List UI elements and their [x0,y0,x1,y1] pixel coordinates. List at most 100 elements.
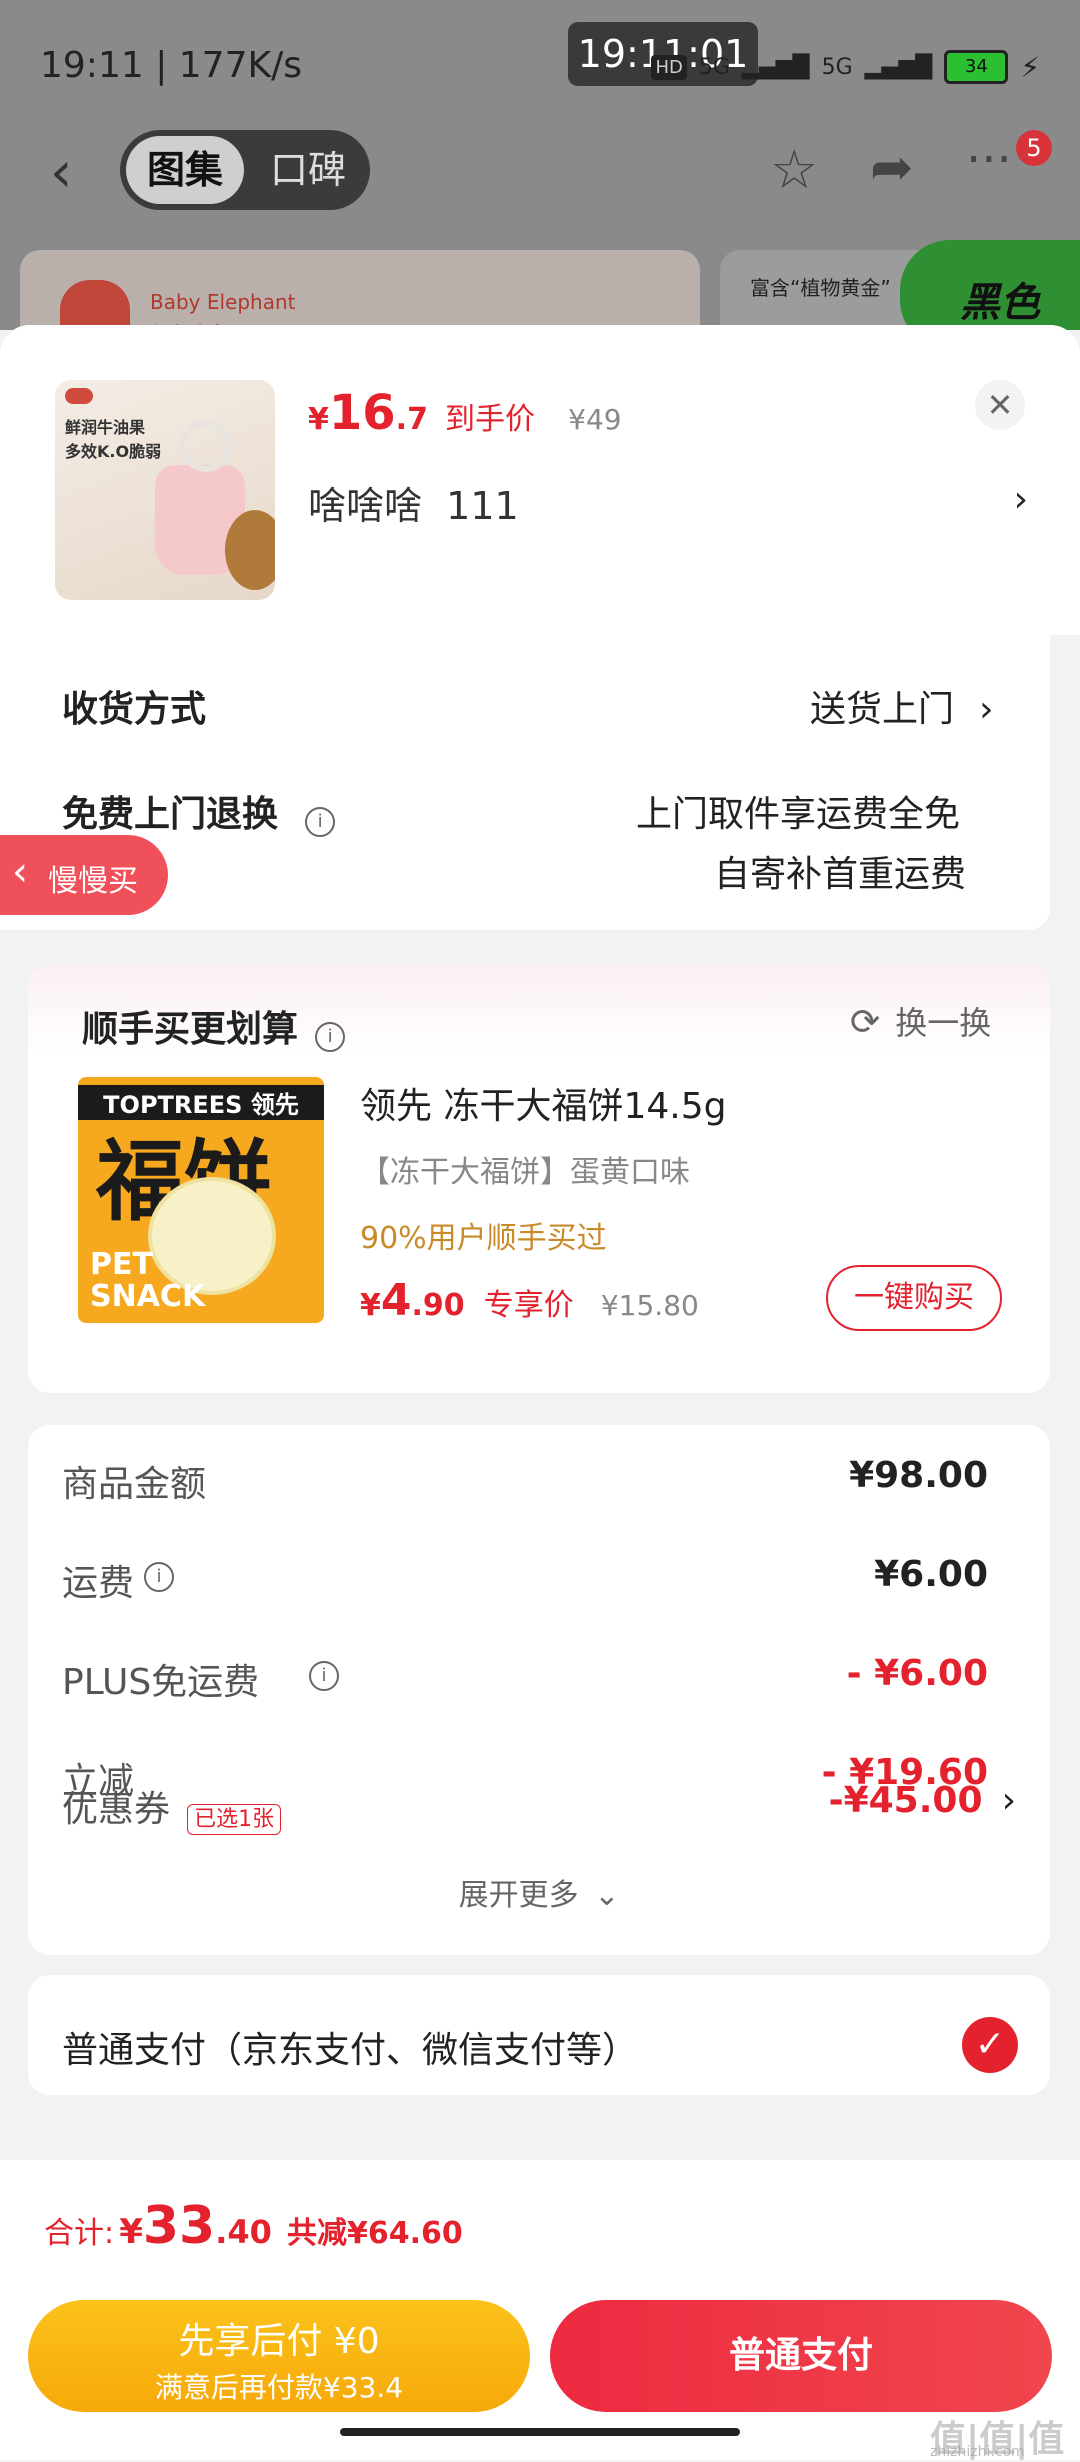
product-image: 鲜润牛油果 多效K.O脆弱 [55,380,275,600]
total-integer: 33 [142,2196,216,2256]
delivery-method-value: 送货上门 [810,689,955,730]
addon-image: TOPTREES 领先 福饼 PET SNACK [78,1077,324,1323]
info-icon[interactable]: i [144,1562,174,1592]
return-value-2: 自寄补首重运费 [714,854,967,895]
original-price: ¥15.80 [600,1289,699,1322]
total-decimal: .40 [215,2213,272,2251]
addon-name[interactable]: 领先 冻干大福饼14.5g [360,1077,726,1129]
addon-title: 顺手买更划算 [82,1009,299,1050]
summary-row-value: ¥6.00 [874,1554,988,1595]
payment-method-card[interactable]: 普通支付（京东支付、微信支付等） ✓ [28,1975,1050,2095]
slow-buy-label: 慢慢买 [48,864,138,899]
signal-5g-2: 5G [821,54,853,80]
price-integer: 16 [328,385,396,441]
share-icon[interactable]: ➦ [870,138,914,198]
total-row: 合计: ¥33.40 共减¥64.60 [44,2196,463,2256]
chevron-down-icon: ⌄ [594,1878,620,1913]
summary-row: 商品金额 ¥98.00 [28,1455,1050,1515]
product-image-logo-icon [65,388,93,404]
expand-more-button[interactable]: 展开更多 ⌄ [28,1870,1050,1914]
banner-promo-text: 富含“植物黄金” [750,276,891,300]
price-summary-extra: 优惠券 已选1张 -¥45.00 › 展开更多 ⌄ [28,1780,1050,1955]
close-icon[interactable]: ✕ [975,380,1025,430]
return-value-1: 上门取件享运费全免 [636,794,961,835]
corner-tag-text: 黑色 [960,280,1040,326]
status-bar: 19:11 | 177K/s 19:11:01 HD 5G ▂▄▆█ 5G ▂▄… [0,0,1080,130]
pay-later-sub: 满意后再付款¥33.4 [154,2371,404,2404]
status-icons: HD 5G ▂▄▆█ 5G ▂▄▆█ 34 ⚡ [651,50,1040,84]
delivery-method-row[interactable]: 送货上门 › [810,680,994,732]
price-decimal: .7 [395,402,428,437]
home-indicator [340,2428,740,2436]
return-label: 免费上门退换 [62,794,279,835]
product-price: ¥16.7 到手价 ¥49 [308,385,622,441]
normal-pay-button[interactable]: 普通支付 [550,2300,1052,2412]
background-page: 19:11 | 177K/s 19:11:01 HD 5G ▂▄▆█ 5G ▂▄… [0,0,1080,330]
pay-later-title: 先享后付 ¥0 [178,2321,380,2362]
back-icon[interactable]: ‹ [50,140,72,205]
hd-icon: HD [651,54,687,80]
summary-row-label: 商品金额 [62,1464,207,1505]
coupon-value: -¥45.00 [828,1780,983,1821]
addon-desc: 【冻干大福饼】蛋黄口味 [360,1155,690,1190]
refresh-button[interactable]: ⟳ 换一换 [850,998,991,1044]
coupon-label-row: 优惠券 已选1张 [62,1780,282,1835]
signal-bars-icon: ▂▄▆█ [741,54,810,80]
top-nav: ‹ 图集 口碑 ☆ ➦ ··· 5 [0,120,1080,220]
one-click-buy-button[interactable]: 一键购买 [826,1265,1002,1331]
signal-5g-1: 5G [698,54,730,80]
summary-row-label: 运费 [62,1563,135,1604]
original-price: ¥49 [568,403,622,436]
delivery-method-label: 收货方式 [62,689,207,730]
addon-stat: 90%用户顺手买过 [360,1221,607,1256]
check-icon[interactable]: ✓ [962,2017,1018,2073]
footer-bar: 合计: ¥33.40 共减¥64.60 先享后付 ¥0 满意后再付款¥33.4 … [0,2160,1080,2460]
status-time: 19:11 | 177K/s [40,45,302,86]
price-symbol: ¥ [360,1288,381,1323]
jar-lid-icon [180,420,232,472]
refresh-icon: ⟳ [850,1002,881,1043]
tab-reviews[interactable]: 口碑 [258,136,358,204]
addon-card: 顺手买更划算 i ⟳ 换一换 TOPTREES 领先 福饼 PET SNACK … [28,965,1050,1393]
mooncake-icon [148,1177,276,1295]
variant-text: 啥啥啥 111 [308,484,519,528]
info-icon[interactable]: i [305,806,336,837]
coupon-label: 优惠券 [62,1789,171,1830]
product-image-line-1: 鲜润牛油果 [65,418,146,437]
price-symbol: ¥ [308,402,329,437]
payment-method-label: 普通支付（京东支付、微信支付等） [62,2030,639,2071]
star-icon[interactable]: ☆ [770,138,818,201]
chevron-right-icon: › [1001,1780,1016,1821]
addon-title-row: 顺手买更划算 i [82,1000,346,1052]
variant-selector[interactable]: 啥啥啥 111 › [308,475,1028,535]
chevron-right-icon: › [979,689,994,730]
summary-row: 运费 i ¥6.00 [28,1554,1050,1614]
summary-row: PLUS免运费 i - ¥6.00 [28,1653,1050,1713]
banner-card: Baby Elephant 红色小象 [20,250,700,330]
pay-later-button[interactable]: 先享后付 ¥0 满意后再付款¥33.4 [28,2300,530,2412]
info-icon[interactable]: i [315,1021,346,1052]
signal-bars-icon: ▂▄▆█ [864,54,933,80]
product-header: 鲜润牛油果 多效K.O脆弱 ¥16.7 到手价 ¥49 ✕ 啥啥啥 111 › [0,325,1080,635]
tab-switch: 图集 口碑 [120,130,370,210]
battery-icon: 34 [944,50,1009,84]
return-label-row: 免费上门退换 i [62,785,336,837]
price-decimal: .90 [411,1288,465,1323]
charging-icon: ⚡ [1020,50,1040,84]
order-sheet: 鲜润牛油果 多效K.O脆弱 ¥16.7 到手价 ¥49 ✕ 啥啥啥 111 › … [0,325,1080,2460]
coupon-value-row[interactable]: -¥45.00 › [829,1780,1016,1821]
summary-row-label: PLUS免运费 [62,1662,260,1703]
addon-price: ¥4.90 专享价 ¥15.80 [360,1275,699,1326]
slow-buy-tab[interactable]: ‹ 慢慢买 [0,835,168,915]
coupon-tag: 已选1张 [187,1803,282,1835]
addon-image-pet: PET [90,1247,153,1282]
banner-brand: Baby Elephant [150,290,296,314]
more-icon[interactable]: ··· [966,132,1012,188]
tab-gallery[interactable]: 图集 [126,136,244,204]
notification-badge: 5 [1016,130,1052,166]
refresh-label: 换一换 [895,1004,992,1042]
info-icon[interactable]: i [309,1661,339,1691]
price-summary-card: 商品金额 ¥98.00 运费 i ¥6.00 PLUS免运费 i - ¥6.00 立减 - ¥19… [28,1425,1050,1825]
price-integer: 4 [380,1275,412,1326]
summary-row-value: ¥98.00 [849,1455,988,1496]
